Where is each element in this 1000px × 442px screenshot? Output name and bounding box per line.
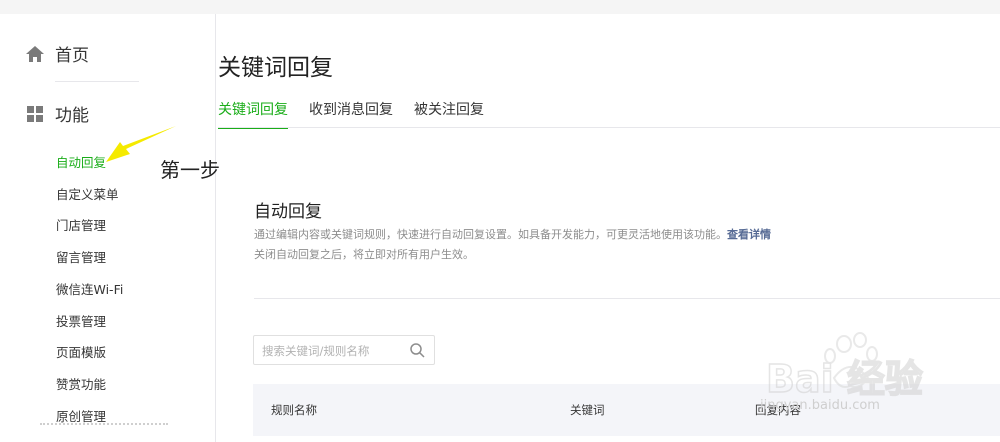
- section-note: 关闭自动回复之后，将立即对所有用户生效。: [254, 248, 474, 261]
- content-divider: [254, 298, 1000, 299]
- tab-follow-reply[interactable]: 被关注回复: [414, 99, 484, 129]
- column-rule-name: 规则名称: [271, 403, 317, 417]
- sidebar-item-home[interactable]: 首页: [25, 41, 89, 66]
- section-description: 通过编辑内容或关键词规则，快速进行自动回复设置。如具备开发能力，可更灵活地使用该…: [254, 226, 771, 242]
- search-icon[interactable]: [409, 342, 426, 359]
- tab-message-reply[interactable]: 收到消息回复: [309, 99, 393, 129]
- sidebar-item-custom-menu[interactable]: 自定义菜单: [56, 185, 119, 205]
- sidebar-item-wifi[interactable]: 微信连Wi-Fi: [56, 280, 123, 300]
- tab-bar: 关键词回复 收到消息回复 被关注回复: [218, 99, 505, 129]
- sidebar-item-function[interactable]: 功能: [25, 101, 89, 126]
- tab-divider: [218, 127, 1000, 128]
- baidu-jingyan-watermark-logo: Bai 经验: [765, 332, 924, 400]
- view-details-link[interactable]: 查看详情: [727, 228, 771, 241]
- sidebar-home-label: 首页: [55, 46, 89, 66]
- watermark-logo-text: Bai 经验: [766, 357, 923, 400]
- search-box: [253, 335, 435, 365]
- grid-icon: [25, 104, 45, 124]
- search-input[interactable]: [262, 342, 402, 359]
- description-text: 通过编辑内容或关键词规则，快速进行自动回复设置。如具备开发能力，可更灵活地使用该…: [254, 228, 727, 241]
- sidebar-divider: [55, 81, 139, 82]
- tab-keyword-reply[interactable]: 关键词回复: [218, 99, 288, 129]
- sidebar-item-store-management[interactable]: 门店管理: [56, 216, 106, 236]
- sidebar: [0, 14, 216, 442]
- sidebar-dotted-divider: [40, 423, 168, 425]
- page-title: 关键词回复: [218, 55, 333, 81]
- column-keyword: 关键词: [570, 403, 605, 417]
- watermark-url: jingyan.baidu.com: [760, 398, 880, 413]
- sidebar-item-page-template[interactable]: 页面模版: [56, 343, 106, 363]
- section-title: 自动回复: [254, 202, 322, 222]
- sidebar-item-reward[interactable]: 赞赏功能: [56, 375, 106, 395]
- step-label: 第一步: [160, 158, 220, 182]
- top-strip: [0, 0, 1000, 14]
- home-icon: [25, 44, 45, 64]
- sidebar-function-label: 功能: [55, 106, 89, 126]
- sidebar-item-comment-management[interactable]: 留言管理: [56, 248, 106, 268]
- sidebar-item-vote-management[interactable]: 投票管理: [56, 312, 106, 332]
- main-header: [216, 14, 1000, 164]
- sidebar-item-auto-reply[interactable]: 自动回复: [56, 153, 106, 173]
